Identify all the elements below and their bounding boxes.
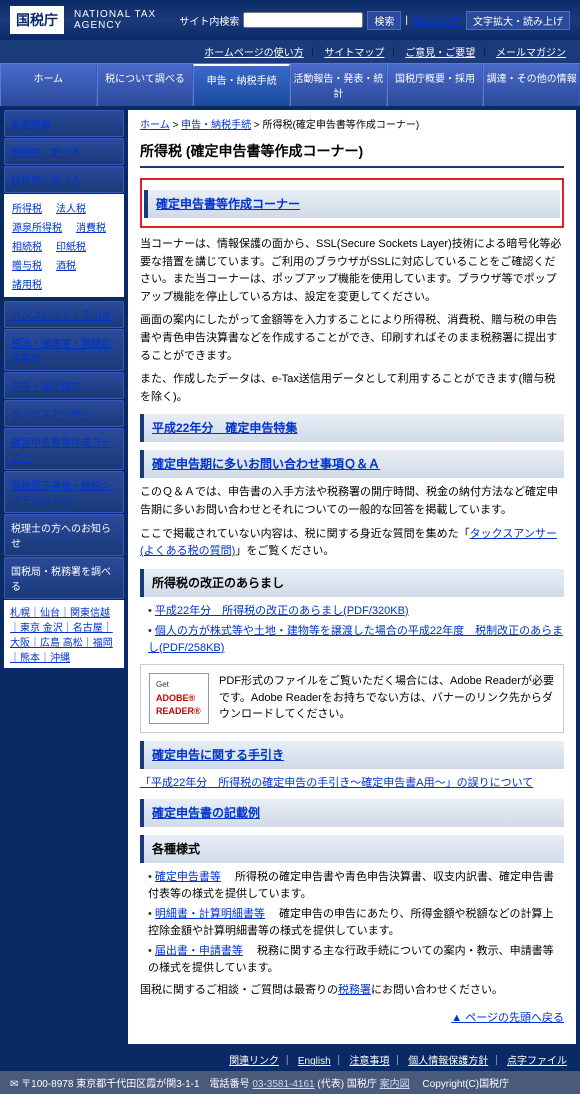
side-local[interactable]: 国税局・税務署を調べる xyxy=(4,557,124,599)
side-filing-due[interactable]: 申告・届出様式 xyxy=(11,382,81,393)
zoom-button[interactable]: 文字拡大・読み上げ xyxy=(466,11,570,30)
footer-score[interactable]: 点字ファイル xyxy=(507,1056,567,1067)
side-corner[interactable]: 確定申告書等作成コーナー xyxy=(11,438,111,464)
header-links: ホームページの使い方｜ サイトマップ｜ ご意見・ご要望｜ メールマガジン xyxy=(0,40,580,63)
nav-activity[interactable]: 活動報告・発表・統計 xyxy=(290,64,387,106)
sidebar: 新着情報 時期別に調べる 税目別に調べる 所得税 法人税 源泉所得税 消費税 相… xyxy=(4,110,124,1044)
breadcrumb: ホーム > 申告・納税手続 > 所得税(確定申告書等作成コーナー) xyxy=(140,118,564,133)
link-feedback[interactable]: ご意見・ご要望 xyxy=(405,48,475,59)
side-by-tax[interactable]: 税目別に調べる xyxy=(11,176,81,187)
crumb-current: 所得税(確定申告書等作成コーナー) xyxy=(263,120,420,131)
agency-name-en: NATIONAL TAX AGENCY xyxy=(74,9,179,31)
highlighted-section: 確定申告書等作成コーナー xyxy=(140,178,564,228)
intro-text-3: また、作成したデータは、e-Tax送信用データとして利用することができます(贈与… xyxy=(140,371,564,406)
example-header-link[interactable]: 確定申告書の記載例 xyxy=(152,806,260,820)
tax-zoyo[interactable]: 贈与税 xyxy=(12,257,42,272)
forms-link-3[interactable]: 届出書・申請書等 xyxy=(155,945,243,957)
link-usage[interactable]: ホームページの使い方 xyxy=(204,48,304,59)
adobe-reader-box: Get ADOBE® READER® PDF形式のファイルをご覧いただく場合には… xyxy=(140,664,564,733)
h22-special-link[interactable]: 平成22年分 確定申告特集 xyxy=(152,421,297,435)
tax-sozoku[interactable]: 相続税 xyxy=(12,238,42,253)
footer-links: 関連リンク｜ English｜ 注意事項｜ 個人情報保護方針｜ 点字ファイル xyxy=(0,1048,580,1071)
nav-other[interactable]: 調達・その他の情報 xyxy=(483,64,580,106)
revision-pdf-2[interactable]: 個人の方が株式等や土地・建物等を譲渡した場合の平成22年度 税制改正のあらまし(… xyxy=(148,625,563,654)
mail-icon: ✉ xyxy=(10,1079,18,1090)
side-etax[interactable]: 国税電子申告・納税システム(e-Tax) xyxy=(11,481,111,507)
corner-link[interactable]: 確定申告書等作成コーナー xyxy=(156,197,300,211)
nav-tax-info[interactable]: 税について調べる xyxy=(97,64,194,106)
tax-sake[interactable]: 酒税 xyxy=(56,257,76,272)
link-mail[interactable]: メールマガジン xyxy=(496,48,566,59)
footer-related[interactable]: 関連リンク xyxy=(229,1056,279,1067)
main-nav: ホーム 税について調べる 申告・納税手続 活動報告・発表・統計 国税庁概要・採用… xyxy=(0,63,580,106)
revision-header: 所得税の改正のあらまし xyxy=(140,569,564,597)
search-button[interactable]: 検索 xyxy=(367,11,401,30)
tax-gensen[interactable]: 源泉所得税 xyxy=(12,219,62,234)
guide-link[interactable]: 「平成22年分 所得税の確定申告の手引き～確定申告書A用～」の誤りについて xyxy=(140,777,533,789)
main-content: ホーム > 申告・納税手続 > 所得税(確定申告書等作成コーナー) 所得税 (確… xyxy=(128,110,576,1044)
side-pamphlet[interactable]: パンフレット・手引き xyxy=(11,311,111,322)
search-label: サイト内検索 xyxy=(179,13,239,28)
side-law[interactable]: 税法・通達等・質疑応答事例 xyxy=(11,339,111,365)
footer-notice[interactable]: 注意事項 xyxy=(349,1056,389,1067)
forms-header: 各種様式 xyxy=(140,835,564,863)
footer-tel[interactable]: 03-3581-4161 xyxy=(252,1079,314,1090)
revision-pdf-1[interactable]: 平成22年分 所得税の改正のあらまし(PDF/320KB) xyxy=(155,605,409,617)
search-help-link[interactable]: 検索の仕方 xyxy=(412,13,462,28)
side-tax-answer[interactable]: タックスアンサー xyxy=(11,410,90,421)
intro-text-1: 当コーナーは、情報保護の面から、SSL(Secure Sockets Layer… xyxy=(140,236,564,306)
search-input[interactable] xyxy=(243,12,363,28)
qa-text2: ここで掲載されていない内容は、税に関する身近な質問を集めた「タックスアンサー(よ… xyxy=(140,526,564,561)
qa-link[interactable]: 確定申告期に多いお問い合わせ事項Ｑ＆Ａ xyxy=(152,457,380,471)
nav-filing[interactable]: 申告・納税手続 xyxy=(193,64,290,106)
forms-link-2[interactable]: 明細書・計算明細書等 xyxy=(155,908,265,920)
footer-english[interactable]: English xyxy=(298,1056,331,1067)
tax-type-list: 所得税 法人税 源泉所得税 消費税 相続税 印紙税 贈与税 酒税 諸用税 xyxy=(4,194,124,297)
page-title: 所得税 (確定申告書等作成コーナー) xyxy=(140,141,564,168)
nav-home[interactable]: ホーム xyxy=(0,64,97,106)
footer-privacy[interactable]: 個人情報保護方針 xyxy=(408,1056,488,1067)
tax-corp[interactable]: 法人税 xyxy=(56,200,86,215)
nav-recruit[interactable]: 国税庁概要・採用 xyxy=(387,64,484,106)
to-top-link[interactable]: ▲ ページの先頭へ戻る xyxy=(451,1012,564,1024)
intro-text-2: 画面の案内にしたがって金額等を入力することにより所得税、消費税、贈与税の申告書や… xyxy=(140,312,564,365)
tax-shohi[interactable]: 消費税 xyxy=(76,219,106,234)
side-advisor[interactable]: 税理士の方へのお知らせ xyxy=(4,514,124,556)
logo[interactable]: 国税庁 xyxy=(10,6,64,34)
consult-text: 国税に関するご相談・ご質問は最寄りの税務署にお問い合わせください。 xyxy=(140,982,564,1000)
adobe-reader-icon[interactable]: Get ADOBE® READER® xyxy=(149,673,209,724)
footer-info: ✉ 〒100-8978 東京都千代田区霞が関3-1-1 電話番号 03-3581… xyxy=(0,1071,580,1094)
region-list[interactable]: 札幌｜仙台｜関東信越｜東京 金沢｜名古屋｜大阪｜広島 高松｜福岡｜熊本｜沖縄 xyxy=(4,600,124,668)
crumb-filing[interactable]: 申告・納税手続 xyxy=(181,120,251,131)
link-sitemap[interactable]: サイトマップ xyxy=(324,48,384,59)
copyright: Copyright(C)国税庁 xyxy=(422,1079,509,1090)
tax-office-link[interactable]: 税務署 xyxy=(338,984,371,996)
tax-inshi[interactable]: 印紙税 xyxy=(56,238,86,253)
forms-link-1[interactable]: 確定申告書等 xyxy=(155,871,221,883)
qa-text: このＱ＆Ａでは、申告書の入手方法や税務署の開庁時間、税金の納付方法など確定申告期… xyxy=(140,484,564,519)
footer-guide[interactable]: 案内図 xyxy=(380,1079,410,1090)
tax-shouyo[interactable]: 諸用税 xyxy=(12,276,42,291)
guide-header-link[interactable]: 確定申告に関する手引き xyxy=(152,748,284,762)
tax-income[interactable]: 所得税 xyxy=(12,200,42,215)
side-by-period[interactable]: 時期別に調べる xyxy=(11,148,81,159)
side-news[interactable]: 新着情報 xyxy=(11,120,51,131)
adobe-text: PDF形式のファイルをご覧いただく場合には、Adobe Readerが必要です。… xyxy=(219,673,555,723)
crumb-home[interactable]: ホーム xyxy=(140,120,170,131)
